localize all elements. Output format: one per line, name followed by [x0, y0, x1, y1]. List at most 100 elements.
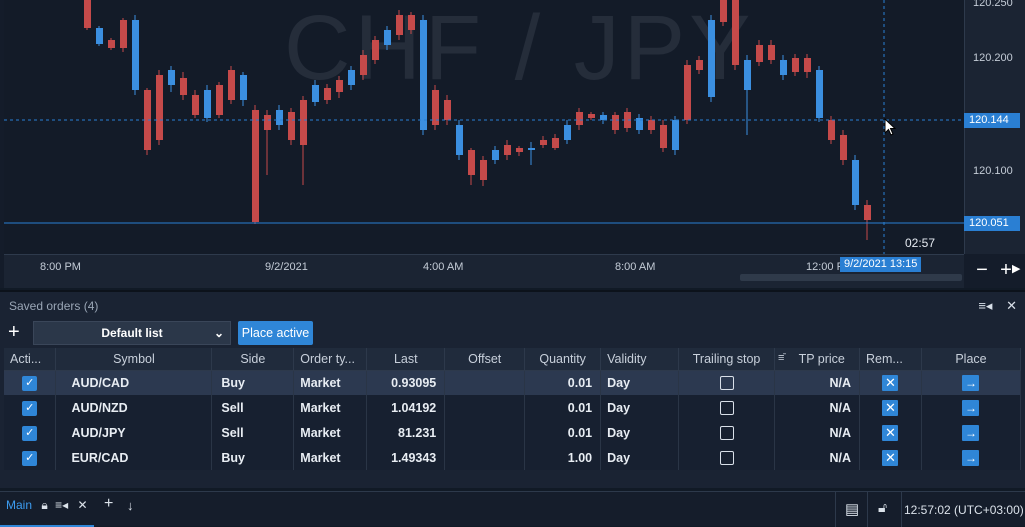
place-order-button[interactable]: →	[962, 449, 980, 466]
col-header-remove[interactable]: Rem...	[859, 348, 922, 371]
col-header-side[interactable]: Side	[211, 348, 295, 371]
col-header-validity[interactable]: Validity	[600, 348, 680, 371]
add-tab-icon[interactable]: +	[104, 495, 113, 513]
col-header-quantity[interactable]: Quantity	[524, 348, 602, 371]
tab-menu-icon[interactable]: ≡◂	[55, 498, 68, 512]
candle	[96, 26, 103, 46]
news-button[interactable]: ▤	[835, 492, 867, 527]
order-type-cell: Market	[293, 420, 368, 445]
side-cell: Sell	[211, 395, 295, 420]
candle	[156, 70, 163, 145]
table-row[interactable]: ✓ EUR/CAD Buy Market 1.49343 1.00 Day N/…	[4, 445, 1022, 470]
table-row[interactable]: ✓ AUD/NZD Sell Market 1.04192 0.01 Day N…	[4, 395, 1022, 420]
order-type-cell: Market	[293, 395, 368, 420]
validity-cell[interactable]: Day	[600, 420, 680, 445]
low-price-tag: 120.051	[964, 216, 1020, 231]
offset-cell[interactable]	[444, 370, 526, 395]
offset-cell[interactable]	[444, 420, 526, 445]
download-icon[interactable]: ↓	[127, 498, 134, 513]
crosshair-time-tag: 9/2/2021 13:15	[840, 257, 922, 272]
quantity-cell[interactable]: 0.01	[524, 395, 602, 420]
tp-price-cell[interactable]: N/A	[774, 395, 860, 420]
table-row[interactable]: ✓ AUD/JPY Sell Market 81.231 0.01 Day N/…	[4, 420, 1022, 445]
tp-price-cell[interactable]: N/A	[774, 420, 860, 445]
order-type-cell: Market	[293, 445, 368, 470]
chart-plot-area[interactable]: CHF / JPY	[4, 0, 964, 254]
trailing-stop-checkbox[interactable]	[719, 425, 734, 440]
place-order-button[interactable]: →	[962, 399, 980, 416]
validity-cell[interactable]: Day	[600, 395, 680, 420]
lock-layout-button[interactable]: 🔓︎	[867, 492, 901, 527]
remove-order-button[interactable]: ✕	[882, 424, 899, 441]
quantity-cell[interactable]: 0.01	[524, 370, 602, 395]
candle	[348, 66, 355, 90]
close-icon[interactable]: ✕	[1006, 298, 1017, 313]
candle	[852, 155, 859, 210]
active-checkbox[interactable]: ✓	[22, 425, 38, 441]
tab-main[interactable]: Main 🔒︎ ≡◂ ✕	[0, 492, 94, 527]
table-row[interactable]: ✓ AUD/CAD Buy Market 0.93095 0.01 Day N/…	[4, 370, 1022, 395]
col-header-order-type[interactable]: Order ty...	[293, 348, 368, 371]
close-tab-icon[interactable]: ✕	[77, 498, 87, 512]
active-checkbox[interactable]: ✓	[22, 375, 38, 391]
candle	[360, 50, 367, 80]
last-cell: 1.49343	[366, 445, 446, 470]
zoom-out-button[interactable]: −	[973, 259, 991, 282]
tp-price-cell[interactable]: N/A	[774, 370, 860, 395]
scroll-right-icon[interactable]: ▶	[1012, 262, 1022, 276]
chart-scrollbar[interactable]	[740, 274, 962, 281]
lock-icon[interactable]: 🔒︎	[41, 498, 47, 512]
price-chart[interactable]: CHF / JPY 120.250 120.200 120.100 120.14…	[0, 0, 1025, 288]
col-header-place[interactable]: Place	[921, 348, 1022, 371]
col-header-offset[interactable]: Offset	[444, 348, 526, 371]
place-order-button[interactable]: →	[962, 374, 980, 391]
place-order-button[interactable]: →	[962, 424, 980, 441]
side-cell: Buy	[211, 370, 295, 395]
candle	[660, 120, 667, 152]
document-icon: ▤	[845, 501, 860, 518]
active-checkbox[interactable]: ✓	[22, 400, 38, 416]
candle	[720, 0, 727, 26]
add-order-button[interactable]: +	[8, 320, 20, 344]
candle	[192, 90, 199, 118]
col-header-trailing-stop[interactable]: Trailing stop	[678, 348, 776, 371]
col-header-last[interactable]: Last	[366, 348, 446, 371]
validity-cell[interactable]: Day	[600, 445, 680, 470]
remove-order-button[interactable]: ✕	[882, 374, 899, 391]
candle	[288, 108, 295, 145]
time-axis[interactable]: 8:00 PM 9/2/2021 4:00 AM 8:00 AM 12:00 P…	[4, 254, 964, 288]
panel-menu-icon[interactable]: ≡◂	[978, 298, 992, 313]
candle	[468, 148, 475, 185]
candle	[804, 54, 811, 78]
candle	[504, 140, 511, 160]
remove-order-button[interactable]: ✕	[882, 399, 899, 416]
symbol-cell: AUD/NZD	[55, 395, 213, 420]
clock: 12:57:02 (UTC+03:00)	[904, 503, 1024, 517]
candle	[480, 156, 487, 186]
tp-price-cell[interactable]: N/A	[774, 445, 860, 470]
candle	[696, 56, 703, 74]
candle	[648, 116, 655, 134]
offset-cell[interactable]	[444, 395, 526, 420]
candle	[552, 134, 559, 150]
quantity-cell[interactable]: 1.00	[524, 445, 602, 470]
quantity-cell[interactable]: 0.01	[524, 420, 602, 445]
col-header-tp-price[interactable]: ≡̄ TP price	[774, 348, 860, 371]
bar-countdown: 02:57	[905, 236, 936, 250]
status-bar: Main 🔒︎ ≡◂ ✕ + ↓ ▤ 🔓︎ 12:57:02 (UTC+03:0…	[0, 491, 1025, 527]
validity-cell[interactable]: Day	[600, 370, 680, 395]
col-header-active[interactable]: Acti...	[4, 348, 57, 371]
trailing-stop-checkbox[interactable]	[719, 376, 734, 391]
list-selector[interactable]: Default list ⌄	[33, 321, 231, 345]
symbol-cell: EUR/CAD	[55, 445, 213, 470]
time-tick: 4:00 AM	[423, 261, 464, 273]
place-active-button[interactable]: Place active	[238, 321, 313, 345]
candle	[840, 130, 847, 165]
offset-cell[interactable]	[444, 445, 526, 470]
active-checkbox[interactable]: ✓	[22, 450, 38, 466]
trailing-stop-checkbox[interactable]	[719, 400, 734, 415]
column-settings-icon[interactable]: ≡̄	[778, 352, 784, 364]
remove-order-button[interactable]: ✕	[882, 449, 899, 466]
trailing-stop-checkbox[interactable]	[719, 450, 734, 465]
col-header-symbol[interactable]: Symbol	[55, 348, 213, 371]
